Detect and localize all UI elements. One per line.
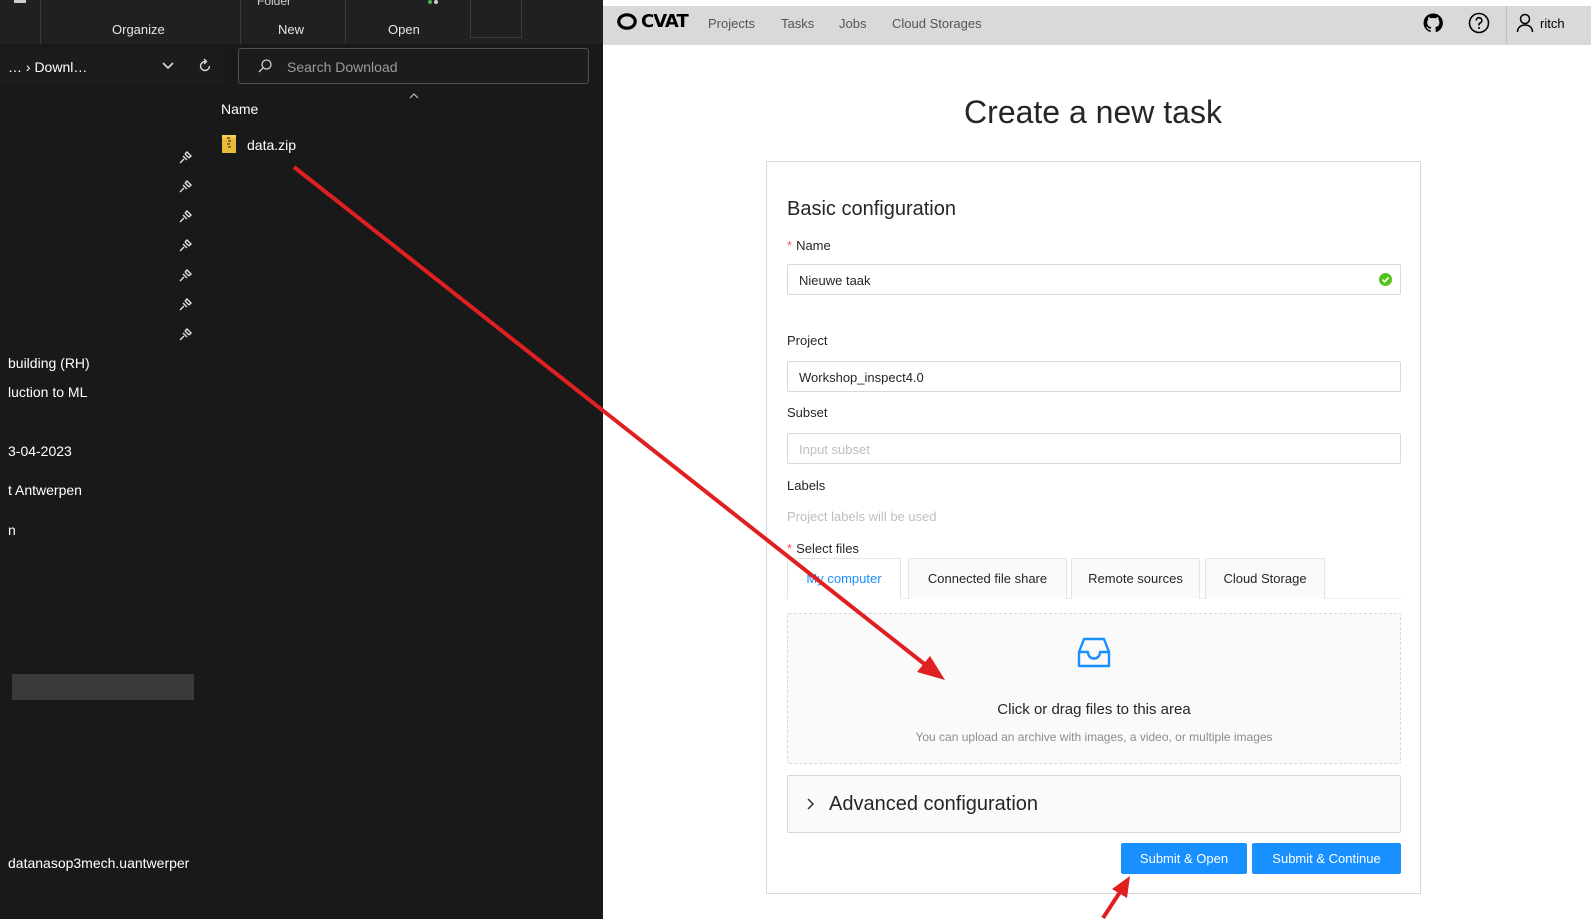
- pin-icon[interactable]: [178, 151, 192, 165]
- zip-folder-icon: [222, 135, 236, 153]
- subset-label: Subset: [787, 405, 828, 420]
- cvat-logo-text: CVAT: [641, 11, 689, 32]
- ribbon-overflow-icon[interactable]: [14, 0, 26, 3]
- nav-tasks[interactable]: Tasks: [781, 16, 814, 31]
- github-icon[interactable]: [1421, 11, 1445, 35]
- user-icon[interactable]: [1516, 13, 1534, 33]
- sort-ascending-icon[interactable]: [408, 92, 420, 100]
- explorer-search-input[interactable]: [287, 57, 577, 77]
- required-marker: *: [787, 238, 793, 253]
- cvat-logo-icon: [617, 13, 637, 30]
- subset-field[interactable]: [787, 433, 1401, 464]
- ribbon-group-open: Open: [388, 22, 420, 37]
- cvat-app: CVAT Projects Tasks Jobs Cloud Storages …: [603, 0, 1591, 919]
- pin-icon[interactable]: [178, 180, 192, 194]
- tab-cloud-storage[interactable]: Cloud Storage: [1205, 558, 1325, 599]
- check-circle-icon: [1379, 273, 1392, 286]
- address-path-text: … › Downl…: [8, 59, 88, 75]
- section-title: Basic configuration: [787, 198, 956, 220]
- ribbon-separator: [240, 0, 241, 44]
- nav-item-network-share[interactable]: datanasop3mech.uantwerper: [8, 855, 189, 871]
- ribbon-group-new: New: [278, 22, 305, 37]
- required-marker: *: [787, 541, 793, 556]
- file-explorer-window: Folder Organize New Open … › Downl… Sear…: [0, 0, 603, 919]
- nav-item-n[interactable]: n: [8, 522, 16, 538]
- navigation-pane: building (RH) luction to ML 3-04-2023 t …: [0, 90, 197, 919]
- file-source-tabs: My computer Connected file share Remote …: [787, 558, 1401, 599]
- tab-remote-sources[interactable]: Remote sources: [1071, 558, 1200, 599]
- name-input[interactable]: [799, 271, 1359, 289]
- name-label: * Name: [787, 238, 831, 253]
- select-files-label-text: Select files: [796, 541, 859, 556]
- subset-input[interactable]: [799, 440, 1359, 458]
- file-row-data-zip[interactable]: data.zip: [221, 134, 421, 156]
- file-list-pane: Name data.zip: [197, 90, 603, 919]
- ribbon-new-folder-label[interactable]: Folder: [257, 0, 291, 8]
- nav-item-date-folder[interactable]: 3-04-2023: [8, 443, 72, 459]
- nav-item-antwerpen[interactable]: t Antwerpen: [8, 482, 82, 498]
- submit-continue-button[interactable]: Submit & Continue: [1252, 843, 1401, 874]
- nav-jobs[interactable]: Jobs: [839, 16, 866, 31]
- cvat-logo[interactable]: CVAT: [617, 10, 689, 34]
- pin-icon[interactable]: [178, 298, 192, 312]
- advanced-configuration-panel[interactable]: Advanced configuration: [787, 775, 1401, 833]
- address-path[interactable]: … › Downl…: [0, 49, 225, 83]
- explorer-ribbon: Folder Organize New Open: [0, 0, 603, 44]
- inbox-icon: [1077, 637, 1111, 668]
- page-title: Create a new task: [964, 94, 1222, 130]
- select-files-label: * Select files: [787, 541, 859, 556]
- labels-label: Labels: [787, 478, 826, 493]
- help-icon[interactable]: [1467, 11, 1491, 35]
- nav-item-selected[interactable]: [12, 674, 194, 700]
- header-divider: [1506, 6, 1507, 44]
- column-header-name[interactable]: Name: [221, 101, 258, 117]
- nav-cloud-storages[interactable]: Cloud Storages: [892, 16, 982, 31]
- search-icon: [258, 59, 272, 73]
- create-task-form: Basic configuration *Name Project Subset…: [766, 161, 1421, 894]
- project-field[interactable]: [787, 361, 1401, 392]
- cvat-header: CVAT Projects Tasks Jobs Cloud Storages …: [603, 0, 1591, 45]
- submit-open-button[interactable]: Submit & Open: [1121, 843, 1247, 874]
- project-input[interactable]: [799, 368, 1359, 386]
- tab-my-computer[interactable]: My computer: [787, 558, 901, 599]
- pin-icon[interactable]: [178, 328, 192, 342]
- pin-icon[interactable]: [178, 239, 192, 253]
- pin-icon[interactable]: [178, 269, 192, 283]
- refresh-icon[interactable]: [196, 57, 214, 75]
- chevron-down-icon[interactable]: [160, 57, 176, 73]
- nav-projects[interactable]: Projects: [708, 16, 755, 31]
- ribbon-group-organize: Organize: [112, 22, 165, 37]
- address-bar: … › Downl…: [0, 47, 603, 87]
- ribbon-properties-icon[interactable]: [427, 0, 441, 6]
- name-field[interactable]: [787, 264, 1401, 295]
- ribbon-select-group[interactable]: [470, 0, 522, 38]
- dropzone-hint: You can upload an archive with images, a…: [915, 730, 1273, 744]
- ribbon-separator: [40, 0, 41, 44]
- chevron-right-icon: [807, 798, 814, 810]
- file-name: data.zip: [247, 137, 297, 153]
- pin-icon[interactable]: [178, 210, 192, 224]
- advanced-configuration-label: Advanced configuration: [829, 793, 1039, 815]
- tab-connected-file-share[interactable]: Connected file share: [908, 558, 1067, 599]
- labels-hint: Project labels will be used: [787, 509, 937, 524]
- file-upload-dropzone[interactable]: Click or drag files to this area You can…: [787, 613, 1401, 764]
- nav-item-intro-ml[interactable]: luction to ML: [8, 384, 87, 400]
- nav-item-building[interactable]: building (RH): [8, 355, 90, 371]
- project-label: Project: [787, 333, 828, 348]
- dropzone-text: Click or drag files to this area: [997, 701, 1191, 718]
- ribbon-separator: [345, 0, 346, 44]
- user-menu-name[interactable]: ritch: [1540, 16, 1565, 31]
- explorer-search-box[interactable]: [238, 48, 589, 84]
- name-label-text: Name: [796, 238, 831, 253]
